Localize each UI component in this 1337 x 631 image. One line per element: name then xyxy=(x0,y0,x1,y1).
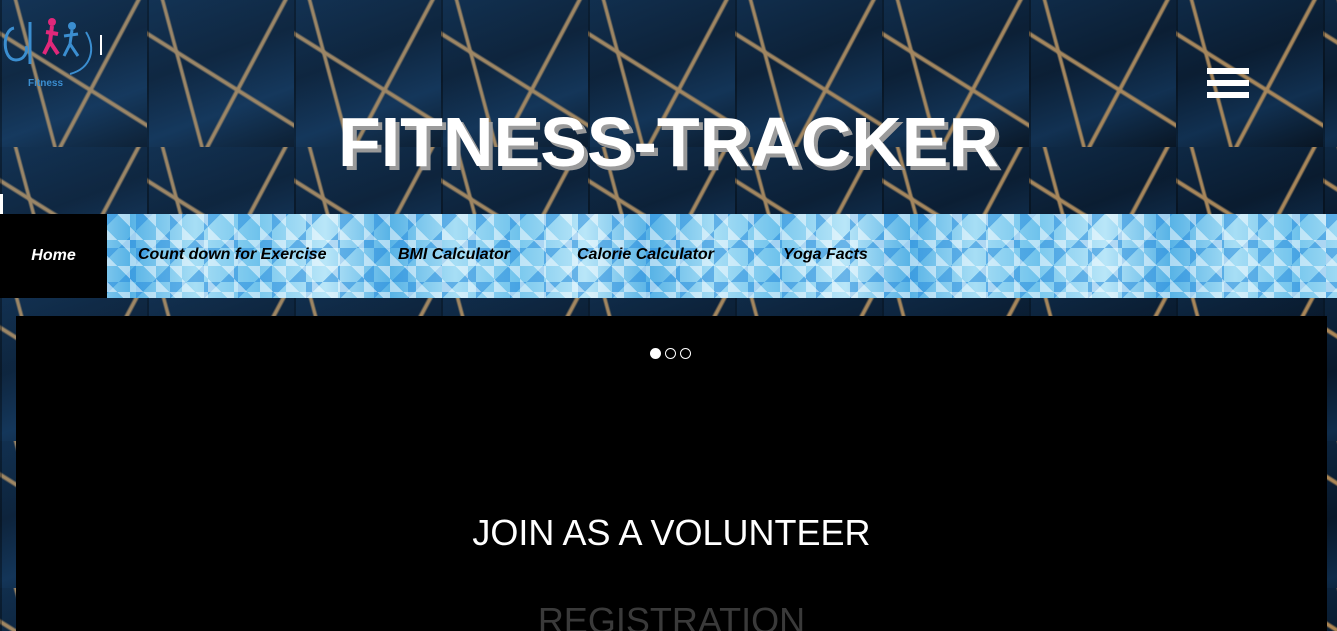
registration-heading: REGISTRATION xyxy=(537,600,806,631)
edge-marker xyxy=(0,194,3,214)
carousel-indicators xyxy=(650,348,691,359)
main-navbar: Home Count down for Exercise BMI Calcula… xyxy=(0,214,1337,298)
hamburger-menu-icon[interactable] xyxy=(1207,68,1249,102)
volunteer-heading: JOIN AS A VOLUNTEER xyxy=(472,512,871,553)
nav-countdown-exercise[interactable]: Count down for Exercise xyxy=(138,246,326,264)
carousel-dot-3[interactable] xyxy=(680,348,691,359)
hamburger-bar xyxy=(1207,68,1249,74)
nav-bmi-calculator[interactable]: BMI Calculator xyxy=(398,246,510,264)
nav-calorie-calculator[interactable]: Calorie Calculator xyxy=(577,246,714,264)
hero-carousel: JOIN AS A VOLUNTEER REGISTRATION xyxy=(16,316,1327,631)
logo-graphic xyxy=(3,18,102,75)
site-title: FITNESS-TRACKER xyxy=(337,103,1000,181)
carousel-dot-2[interactable] xyxy=(665,348,676,359)
site-logo[interactable]: Fitness xyxy=(0,8,106,89)
carousel-dot-1[interactable] xyxy=(650,348,661,359)
nav-yoga-facts[interactable]: Yoga Facts xyxy=(783,246,868,264)
hamburger-bar xyxy=(1207,92,1249,98)
logo-text: Fitness xyxy=(28,78,64,89)
hamburger-bar xyxy=(1207,80,1249,86)
nav-home[interactable]: Home xyxy=(0,214,107,298)
